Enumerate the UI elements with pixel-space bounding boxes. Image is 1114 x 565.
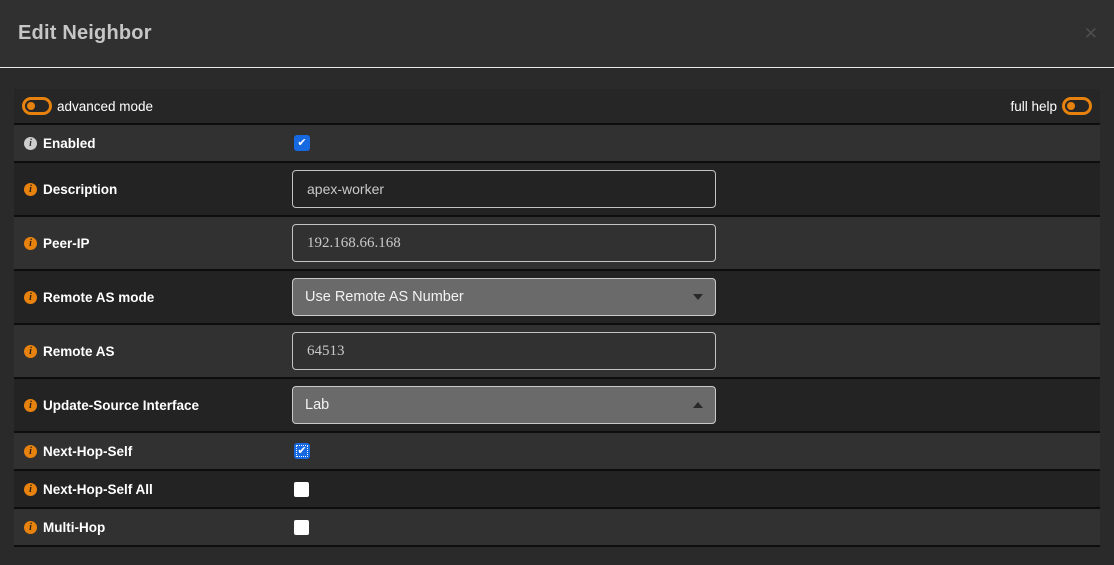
label-cell: i Remote AS mode xyxy=(14,290,292,305)
control-cell xyxy=(292,332,1100,370)
field-label: Next-Hop-Self xyxy=(43,444,132,459)
check-icon: ✔ xyxy=(297,446,306,457)
remote-as-input[interactable] xyxy=(292,332,716,370)
control-cell: ✔ xyxy=(292,443,1100,459)
label-cell: i Peer-IP xyxy=(14,236,292,251)
modal-title: Edit Neighbor xyxy=(18,22,152,45)
form-row-update-source-interface: i Update-Source Interface Lab xyxy=(14,379,1100,433)
control-cell: Use Remote AS Number xyxy=(292,278,1100,316)
form-row-next-hop-self: i Next-Hop-Self ✔ xyxy=(14,433,1100,471)
label-cell: i Remote AS xyxy=(14,344,292,359)
toggle-on-icon xyxy=(1062,97,1092,115)
enabled-checkbox[interactable]: ✔ xyxy=(294,135,310,151)
modal-body: advanced mode full help i Enabled ✔ i Descri… xyxy=(0,68,1114,547)
form-row-next-hop-self-all: i Next-Hop-Self All xyxy=(14,471,1100,509)
info-icon[interactable]: i xyxy=(24,345,37,358)
chevron-down-icon xyxy=(693,294,703,300)
label-cell: i Next-Hop-Self All xyxy=(14,482,292,497)
toggle-on-icon xyxy=(22,97,52,115)
control-cell xyxy=(292,520,1100,535)
label-cell: i Description xyxy=(14,182,292,197)
control-cell xyxy=(292,224,1100,262)
multi-hop-checkbox[interactable] xyxy=(294,520,309,535)
full-help-toggle[interactable]: full help xyxy=(1010,97,1092,115)
next-hop-self-checkbox[interactable]: ✔ xyxy=(294,443,310,459)
neighbor-form: i Enabled ✔ i Description i Peer-IP i Remote AS … xyxy=(14,125,1100,547)
select-value: Use Remote AS Number xyxy=(305,289,464,305)
form-row-enabled: i Enabled ✔ xyxy=(14,125,1100,163)
edit-neighbor-modal: Edit Neighbor ✕ advanced mode full help … xyxy=(0,0,1114,565)
info-icon[interactable]: i xyxy=(24,137,37,150)
info-icon[interactable]: i xyxy=(24,291,37,304)
info-icon[interactable]: i xyxy=(24,521,37,534)
info-icon[interactable]: i xyxy=(24,183,37,196)
field-label: Peer-IP xyxy=(43,236,90,251)
form-row-multi-hop: i Multi-Hop xyxy=(14,509,1100,547)
modal-header: Edit Neighbor ✕ xyxy=(0,0,1114,68)
full-help-label: full help xyxy=(1010,99,1057,114)
update-source-interface-select[interactable]: Lab xyxy=(292,386,716,424)
info-icon[interactable]: i xyxy=(24,483,37,496)
next-hop-self-all-checkbox[interactable] xyxy=(294,482,309,497)
field-label: Next-Hop-Self All xyxy=(43,482,153,497)
field-label: Remote AS xyxy=(43,344,115,359)
form-row-description: i Description xyxy=(14,163,1100,217)
field-label: Update-Source Interface xyxy=(43,398,199,413)
info-icon[interactable]: i xyxy=(24,237,37,250)
control-cell xyxy=(292,482,1100,497)
control-cell xyxy=(292,170,1100,208)
close-icon[interactable]: ✕ xyxy=(1084,25,1098,42)
info-icon[interactable]: i xyxy=(24,445,37,458)
label-cell: i Multi-Hop xyxy=(14,520,292,535)
help-toolbar: advanced mode full help xyxy=(14,89,1100,125)
select-value: Lab xyxy=(305,397,329,413)
form-row-remote-as: i Remote AS xyxy=(14,325,1100,379)
field-label: Multi-Hop xyxy=(43,520,105,535)
remote-as-mode-select[interactable]: Use Remote AS Number xyxy=(292,278,716,316)
label-cell: i Enabled xyxy=(14,136,292,151)
peer-ip-input[interactable] xyxy=(292,224,716,262)
field-label: Remote AS mode xyxy=(43,290,154,305)
check-icon: ✔ xyxy=(297,138,306,149)
control-cell: ✔ xyxy=(292,135,1100,151)
label-cell: i Next-Hop-Self xyxy=(14,444,292,459)
field-label: Enabled xyxy=(43,136,96,151)
form-row-remote-as-mode: i Remote AS mode Use Remote AS Number xyxy=(14,271,1100,325)
advanced-mode-toggle[interactable]: advanced mode xyxy=(22,97,153,115)
description-input[interactable] xyxy=(292,170,716,208)
chevron-up-icon xyxy=(693,402,703,408)
form-row-peer-ip: i Peer-IP xyxy=(14,217,1100,271)
info-icon[interactable]: i xyxy=(24,399,37,412)
field-label: Description xyxy=(43,182,117,197)
control-cell: Lab xyxy=(292,386,1100,424)
label-cell: i Update-Source Interface xyxy=(14,398,292,413)
advanced-mode-label: advanced mode xyxy=(57,99,153,114)
